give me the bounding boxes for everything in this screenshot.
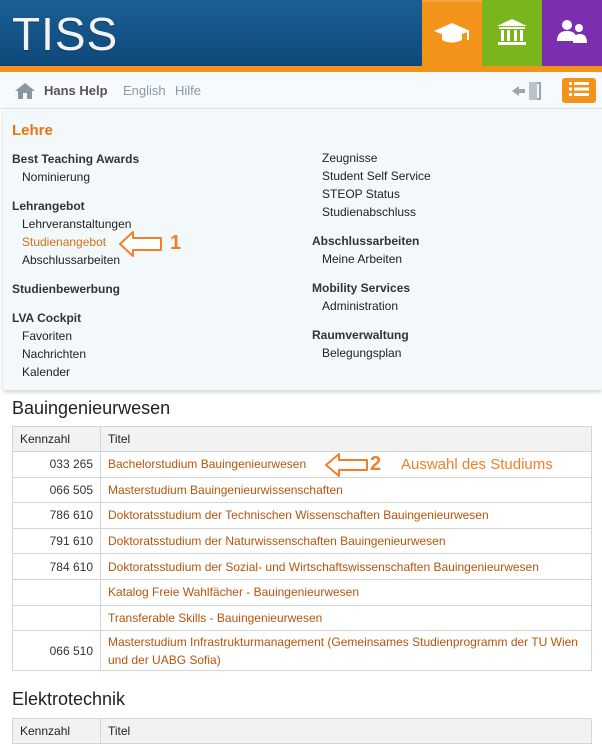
column-header-titel: Titel (100, 718, 592, 744)
table-row: 786 610 Doktoratsstudium der Technischen… (12, 502, 592, 529)
kennzahl-cell: 066 505 (12, 476, 101, 504)
menu-heading-lva-cockpit[interactable]: LVA Cockpit (12, 311, 81, 325)
menu-item-studienabschluss[interactable]: Studienabschluss (322, 205, 416, 219)
section-title-bauingenieurwesen: Bauingenieurwesen (12, 398, 171, 418)
column-header-titel: Titel (100, 426, 592, 452)
tab-lehre[interactable] (422, 0, 482, 66)
language-link[interactable]: English (123, 83, 166, 98)
menu-heading-best-teaching-awards[interactable]: Best Teaching Awards (12, 152, 139, 166)
annotation-step-2: 2 (370, 453, 382, 475)
table-row: 784 610 Doktoratsstudium der Sozial- und… (12, 553, 592, 580)
menu-heading-studienbewerbung[interactable]: Studienbewerbung (12, 282, 120, 296)
program-link[interactable]: Katalog Freie Wahlfächer - Bauingenieurw… (100, 578, 592, 606)
menu-item-steop-status[interactable]: STEOP Status (322, 187, 400, 201)
table-header-row: Kennzahl Titel (12, 718, 592, 744)
annotation-arrow-1 (118, 229, 164, 262)
tab-institution[interactable] (482, 0, 542, 66)
menu-item-favoriten[interactable]: Favoriten (22, 329, 72, 343)
menu-item-abschlussarbeiten[interactable]: Abschlussarbeiten (22, 253, 120, 267)
institution-icon (496, 18, 528, 49)
menu-heading-raumverwaltung[interactable]: Raumverwaltung (312, 328, 409, 342)
menu-item-nominierung[interactable]: Nominierung (22, 170, 90, 184)
user-name[interactable]: Hans Help (44, 83, 108, 98)
menu-item-administration[interactable]: Administration (322, 299, 398, 313)
kennzahl-cell: 786 610 (12, 502, 101, 529)
menu-item-belegungsplan[interactable]: Belegungsplan (322, 346, 401, 360)
kennzahl-cell: 791 610 (12, 527, 101, 555)
menu-item-nachrichten[interactable]: Nachrichten (22, 347, 86, 361)
table-row: Katalog Freie Wahlfächer - Bauingenieurw… (12, 578, 592, 606)
top-header: TISS (0, 0, 602, 72)
logout-icon[interactable] (511, 81, 545, 104)
program-link[interactable]: Masterstudium Infrastrukturmanagement (G… (100, 630, 592, 672)
menu-heading-lehrangebot[interactable]: Lehrangebot (12, 199, 85, 213)
table-row: 066 510 Masterstudium Infrastrukturmanag… (12, 630, 592, 672)
program-link[interactable]: Doktoratsstudium der Technischen Wissens… (100, 502, 592, 529)
lehre-menu-panel: Lehre Best Teaching Awards Nominierung L… (3, 109, 602, 390)
menu-item-student-self-service[interactable]: Student Self Service (322, 169, 431, 183)
menu-item-lehrveranstaltungen[interactable]: Lehrveranstaltungen (22, 217, 131, 231)
kennzahl-cell: 033 265 (12, 451, 101, 478)
column-header-kennzahl: Kennzahl (12, 718, 101, 744)
menu-toggle-button[interactable] (562, 78, 596, 103)
help-link[interactable]: Hilfe (175, 83, 201, 98)
tiss-logo[interactable]: TISS (12, 6, 118, 62)
user-toolbar: Hans Help English Hilfe (0, 72, 602, 109)
tab-people[interactable] (542, 0, 602, 66)
people-icon (556, 19, 588, 48)
table-header-row: Kennzahl Titel (12, 426, 592, 452)
graduation-cap-icon (433, 21, 471, 48)
table-row: Transferable Skills - Bauingenieurwesen (12, 604, 592, 632)
column-header-kennzahl: Kennzahl (12, 426, 101, 452)
program-link[interactable]: Doktoratsstudium der Sozial- und Wirtsch… (100, 553, 592, 580)
table-row: 791 610 Doktoratsstudium der Naturwissen… (12, 527, 592, 555)
home-icon[interactable] (14, 82, 36, 103)
menu-heading-mobility-services[interactable]: Mobility Services (312, 281, 410, 295)
annotation-arrow-2 (324, 451, 370, 482)
menu-item-meine-arbeiten[interactable]: Meine Arbeiten (322, 252, 402, 266)
program-link[interactable]: Doktoratsstudium der Naturwissenschaften… (100, 527, 592, 555)
menu-title: Lehre (12, 122, 53, 139)
menu-item-studienangebot[interactable]: Studienangebot (22, 235, 106, 249)
annotation-step-2-text: Auswahl des Studiums (401, 456, 553, 473)
table-row: 066 505 Masterstudium Bauingenieurwissen… (12, 476, 592, 504)
kennzahl-cell: 066 510 (12, 630, 101, 672)
kennzahl-cell (12, 578, 101, 606)
kennzahl-cell (12, 604, 101, 632)
menu-item-kalender[interactable]: Kalender (22, 365, 70, 379)
kennzahl-cell: 784 610 (12, 553, 101, 580)
program-table-elektrotechnik: Kennzahl Titel (12, 718, 592, 744)
section-title-elektrotechnik: Elektrotechnik (12, 689, 126, 709)
program-link[interactable]: Transferable Skills - Bauingenieurwesen (100, 604, 592, 632)
list-menu-icon (568, 81, 590, 100)
menu-heading-abschlussarbeiten[interactable]: Abschlussarbeiten (312, 234, 419, 248)
menu-item-zeugnisse[interactable]: Zeugnisse (322, 151, 377, 165)
annotation-step-1: 1 (170, 232, 182, 254)
